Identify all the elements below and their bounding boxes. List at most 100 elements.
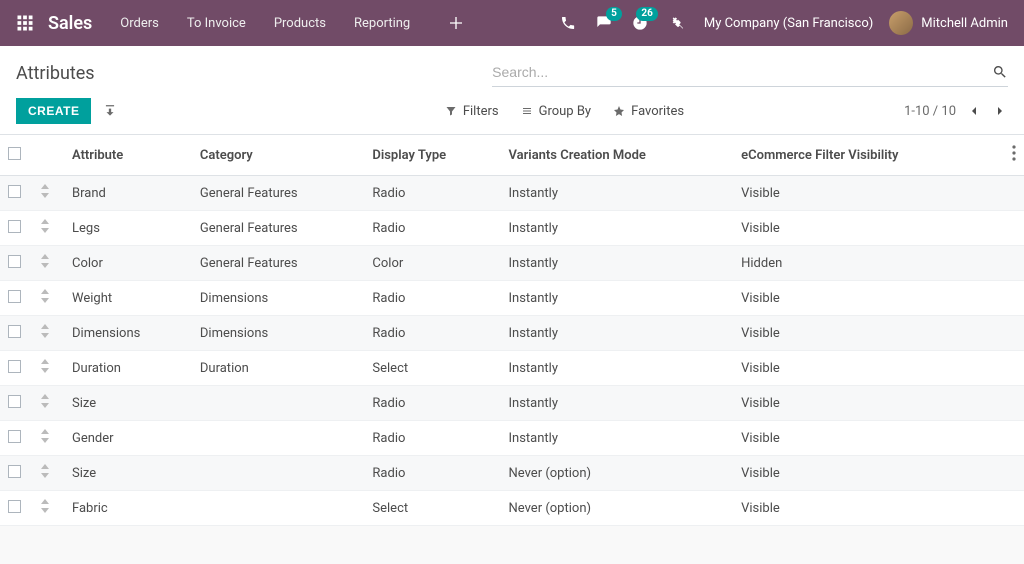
drag-handle-icon[interactable]: [40, 219, 50, 233]
cell-ecom-filter: Visible: [733, 351, 996, 386]
funnel-icon: [445, 105, 457, 117]
row-checkbox[interactable]: [8, 255, 21, 268]
table-row[interactable]: Size Radio Never (option) Visible: [0, 456, 1024, 491]
drag-handle-icon[interactable]: [40, 464, 50, 478]
row-checkbox[interactable]: [8, 465, 21, 478]
drag-handle-icon[interactable]: [40, 184, 50, 198]
pager-next-icon[interactable]: [992, 103, 1008, 119]
cell-ecom-filter: Visible: [733, 281, 996, 316]
col-ecom-filter[interactable]: eCommerce Filter Visibility: [733, 135, 996, 176]
nav-orders[interactable]: Orders: [120, 16, 159, 31]
plus-icon[interactable]: [448, 15, 464, 31]
cell-category: Duration: [192, 351, 365, 386]
cell-attribute: Legs: [64, 211, 192, 246]
col-display-type[interactable]: Display Type: [364, 135, 500, 176]
apps-icon[interactable]: [16, 14, 34, 32]
nav-to-invoice[interactable]: To Invoice: [187, 16, 246, 31]
cell-category: General Features: [192, 246, 365, 281]
table-row[interactable]: Weight Dimensions Radio Instantly Visibl…: [0, 281, 1024, 316]
table-row[interactable]: Size Radio Instantly Visible: [0, 386, 1024, 421]
cell-display-type: Color: [364, 246, 500, 281]
user-menu[interactable]: Mitchell Admin: [889, 11, 1008, 35]
messaging-icon-wrap[interactable]: 5: [596, 15, 612, 31]
tools-icon[interactable]: [668, 15, 684, 31]
col-category[interactable]: Category: [192, 135, 365, 176]
row-checkbox[interactable]: [8, 290, 21, 303]
navbar: Sales Orders To Invoice Products Reporti…: [0, 0, 1024, 46]
row-checkbox[interactable]: [8, 325, 21, 338]
cell-ecom-filter: Visible: [733, 316, 996, 351]
cell-variants-mode: Never (option): [501, 456, 734, 491]
company-switcher[interactable]: My Company (San Francisco): [704, 16, 873, 31]
pager-prev-icon[interactable]: [966, 103, 982, 119]
cell-attribute: Duration: [64, 351, 192, 386]
cell-variants-mode: Instantly: [501, 316, 734, 351]
cell-attribute: Fabric: [64, 491, 192, 526]
table-row[interactable]: Duration Duration Select Instantly Visib…: [0, 351, 1024, 386]
table-row[interactable]: Dimensions Dimensions Radio Instantly Vi…: [0, 316, 1024, 351]
drag-handle-icon[interactable]: [40, 359, 50, 373]
row-checkbox[interactable]: [8, 430, 21, 443]
table-row[interactable]: Gender Radio Instantly Visible: [0, 421, 1024, 456]
row-checkbox[interactable]: [8, 395, 21, 408]
cell-variants-mode: Instantly: [501, 421, 734, 456]
import-icon[interactable]: [103, 104, 117, 118]
drag-handle-icon[interactable]: [40, 254, 50, 268]
favorites-button[interactable]: Favorites: [613, 104, 684, 119]
cell-attribute: Color: [64, 246, 192, 281]
table-row[interactable]: Legs General Features Radio Instantly Vi…: [0, 211, 1024, 246]
create-button[interactable]: CREATE: [16, 98, 91, 124]
search-input[interactable]: [492, 60, 984, 84]
nav-reporting[interactable]: Reporting: [354, 16, 410, 31]
cell-variants-mode: Instantly: [501, 281, 734, 316]
cell-variants-mode: Instantly: [501, 211, 734, 246]
select-all-checkbox[interactable]: [8, 147, 21, 160]
row-checkbox[interactable]: [8, 185, 21, 198]
search-icon[interactable]: [992, 64, 1008, 80]
drag-handle-icon[interactable]: [40, 289, 50, 303]
table-row[interactable]: Fabric Select Never (option) Visible: [0, 491, 1024, 526]
favorites-label: Favorites: [631, 104, 684, 119]
pager: 1-10 / 10: [904, 103, 1008, 119]
brand-title[interactable]: Sales: [48, 13, 92, 34]
groupby-button[interactable]: Group By: [521, 104, 592, 119]
col-variants-mode[interactable]: Variants Creation Mode: [501, 135, 734, 176]
page-title: Attributes: [16, 63, 95, 84]
cell-display-type: Radio: [364, 386, 500, 421]
activity-badge: 26: [636, 7, 657, 21]
cell-attribute: Gender: [64, 421, 192, 456]
nav-products[interactable]: Products: [274, 16, 326, 31]
cell-ecom-filter: Visible: [733, 421, 996, 456]
pager-range[interactable]: 1-10 / 10: [904, 104, 956, 119]
list-view: Attribute Category Display Type Variants…: [0, 135, 1024, 526]
drag-handle-icon[interactable]: [40, 499, 50, 513]
row-checkbox[interactable]: [8, 220, 21, 233]
drag-handle-icon[interactable]: [40, 394, 50, 408]
cell-variants-mode: Instantly: [501, 176, 734, 211]
cell-attribute: Weight: [64, 281, 192, 316]
avatar: [889, 11, 913, 35]
table-row[interactable]: Color General Features Color Instantly H…: [0, 246, 1024, 281]
cell-ecom-filter: Visible: [733, 386, 996, 421]
cell-attribute: Size: [64, 386, 192, 421]
row-checkbox[interactable]: [8, 500, 21, 513]
cell-attribute: Brand: [64, 176, 192, 211]
table-row[interactable]: Brand General Features Radio Instantly V…: [0, 176, 1024, 211]
cell-ecom-filter: Visible: [733, 456, 996, 491]
user-name: Mitchell Admin: [921, 16, 1008, 31]
phone-icon[interactable]: [560, 15, 576, 31]
activity-icon-wrap[interactable]: 26: [632, 15, 648, 31]
column-menu-icon[interactable]: [1012, 150, 1016, 165]
row-checkbox[interactable]: [8, 360, 21, 373]
star-icon: [613, 105, 625, 117]
cell-variants-mode: Instantly: [501, 246, 734, 281]
drag-handle-icon[interactable]: [40, 324, 50, 338]
cell-category: Dimensions: [192, 281, 365, 316]
groupby-label: Group By: [539, 104, 592, 119]
cell-category: General Features: [192, 176, 365, 211]
cell-attribute: Size: [64, 456, 192, 491]
filters-button[interactable]: Filters: [445, 104, 499, 119]
cell-category: [192, 386, 365, 421]
drag-handle-icon[interactable]: [40, 429, 50, 443]
col-attribute[interactable]: Attribute: [64, 135, 192, 176]
